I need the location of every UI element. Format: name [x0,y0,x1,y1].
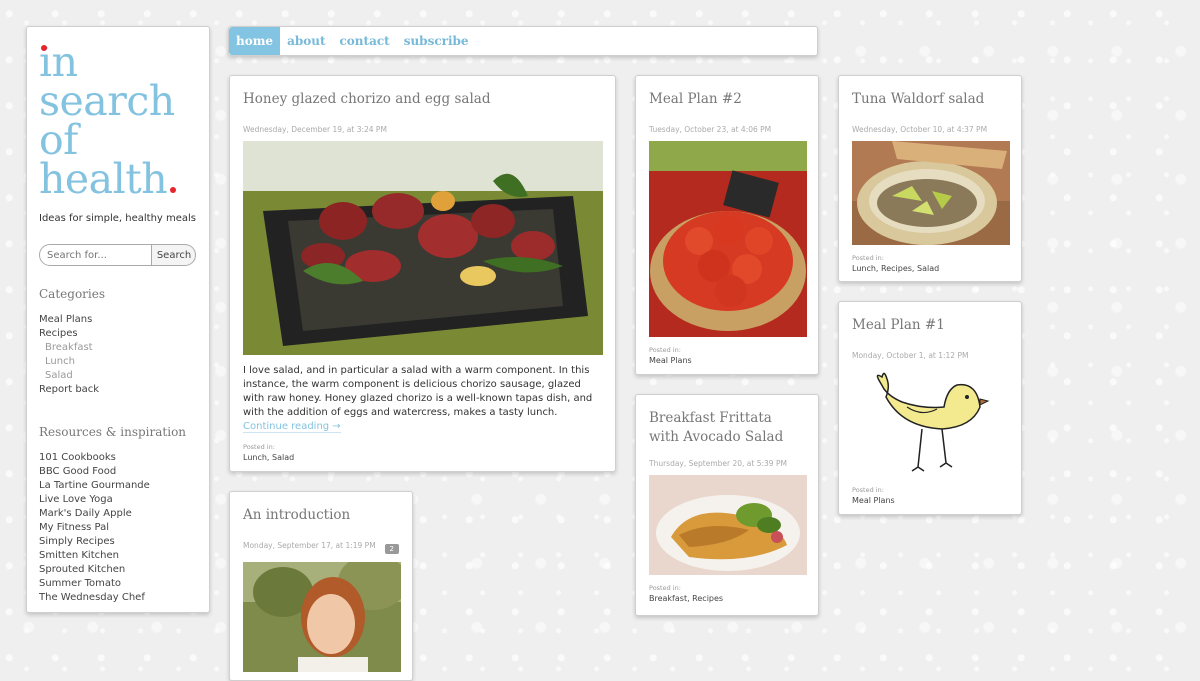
post-image-portrait[interactable] [243,562,401,672]
resource-link[interactable]: The Wednesday Chef [39,591,197,605]
categories-list: Meal Plans Recipes Breakfast Lunch Salad… [39,313,197,397]
post-card-tuna-waldorf: Tuna Waldorf salad Wednesday, October 10… [838,75,1022,282]
comment-badge-row: 2 [243,544,399,562]
categories-heading: Categories [39,287,105,301]
frittata-illustration [649,475,807,575]
post-title[interactable]: Tuna Waldorf salad [852,90,1008,109]
post-categories[interactable]: Meal Plans [852,496,1008,505]
post-image-chorizo-salad[interactable] [243,141,603,355]
post-date: Tuesday, October 23, at 4:06 PM [649,125,772,134]
tuna-salad-illustration [852,141,1010,245]
search-input[interactable] [39,244,152,266]
post-date: Monday, October 1, at 1:12 PM [852,351,969,360]
post-image-tuna-salad[interactable] [852,141,1010,245]
post-date: Monday, September 17, at 1:19 PM [243,541,376,550]
portrait-illustration [243,562,401,672]
resource-link[interactable]: Simply Recipes [39,535,197,549]
category-item-meal-plans[interactable]: Meal Plans [39,313,197,327]
resource-link[interactable]: Smitten Kitchen [39,549,197,563]
post-image-frittata[interactable] [649,475,807,575]
resource-link[interactable]: La Tartine Gourmande [39,479,197,493]
post-image-tomatoes[interactable] [649,141,807,337]
category-item-breakfast[interactable]: Breakfast [39,341,197,355]
post-card-intro: An introduction Monday, September 17, at… [229,491,413,681]
post-excerpt: I love salad, and in particular a salad … [243,364,602,434]
posted-in-label: Posted in: [243,443,275,451]
post-date: Wednesday, December 19, at 3:24 PM [243,125,387,134]
search-form: Search [39,244,197,266]
posted-in-label: Posted in: [852,254,884,262]
post-title[interactable]: Breakfast Frittata with Avocado Salad [649,409,805,447]
post-title[interactable]: Honey glazed chorizo and egg salad [243,90,602,109]
logo-dot [170,187,176,193]
category-item-report-back[interactable]: Report back [39,383,197,397]
post-categories[interactable]: Breakfast, Recipes [649,594,805,603]
post-image-bird[interactable] [852,367,1010,477]
logo-line: health [39,159,197,200]
posted-in-label: Posted in: [649,346,681,354]
category-item-recipes[interactable]: Recipes [39,327,197,341]
post-categories[interactable]: Lunch, Salad [243,453,602,462]
posted-in-label: Posted in: [649,584,681,592]
nav-contact[interactable]: contact [333,27,397,55]
resource-link[interactable]: Summer Tomato [39,577,197,591]
post-title[interactable]: An introduction [243,506,399,525]
post-categories[interactable]: Lunch, Recipes, Salad [852,264,1008,273]
post-categories[interactable]: Meal Plans [649,356,805,365]
resource-link[interactable]: Live Love Yoga [39,493,197,507]
main-nav: home about contact subscribe [228,26,818,56]
resource-link[interactable]: Sprouted Kitchen [39,563,197,577]
category-item-salad[interactable]: Salad [39,369,197,383]
category-item-lunch[interactable]: Lunch [39,355,197,369]
post-card-frittata: Breakfast Frittata with Avocado Salad Th… [635,394,819,616]
resource-link[interactable]: Mark's Daily Apple [39,507,197,521]
post-title[interactable]: Meal Plan #2 [649,90,805,109]
sidebar: in search of health Ideas for simple, he… [26,26,210,613]
logo-line-text: health [39,155,168,203]
resources-list: 101 Cookbooks BBC Good Food La Tartine G… [39,451,197,605]
post-title[interactable]: Meal Plan #1 [852,316,1008,335]
continue-reading-link[interactable]: Continue reading → [243,421,341,433]
resource-link[interactable]: BBC Good Food [39,465,197,479]
tomatoes-illustration [649,141,807,337]
post-excerpt-text: I love salad, and in particular a salad … [243,365,593,418]
resources-heading: Resources & inspiration [39,425,187,439]
post-date: Thursday, September 20, at 5:39 PM [649,459,787,468]
nav-subscribe[interactable]: subscribe [397,27,476,55]
resource-link[interactable]: 101 Cookbooks [39,451,197,465]
post-date: Wednesday, October 10, at 4:37 PM [852,125,988,134]
chorizo-salad-illustration [243,141,603,355]
bird-illustration [852,367,1010,477]
resource-link[interactable]: My Fitness Pal [39,521,197,535]
comment-count-badge[interactable]: 2 [384,544,399,554]
posted-in-label: Posted in: [852,486,884,494]
nav-home[interactable]: home [229,27,281,55]
site-logo[interactable]: in search of health [39,42,197,200]
post-card-chorizo: Honey glazed chorizo and egg salad Wedne… [229,75,616,472]
logo-dot [41,45,47,51]
nav-about[interactable]: about [280,27,332,55]
site-tagline: Ideas for simple, healthy meals [39,213,197,224]
post-card-meal-plan-2: Meal Plan #2 Tuesday, October 23, at 4:0… [635,75,819,375]
post-card-meal-plan-1: Meal Plan #1 Monday, October 1, at 1:12 … [838,301,1022,515]
search-button[interactable]: Search [152,244,196,266]
